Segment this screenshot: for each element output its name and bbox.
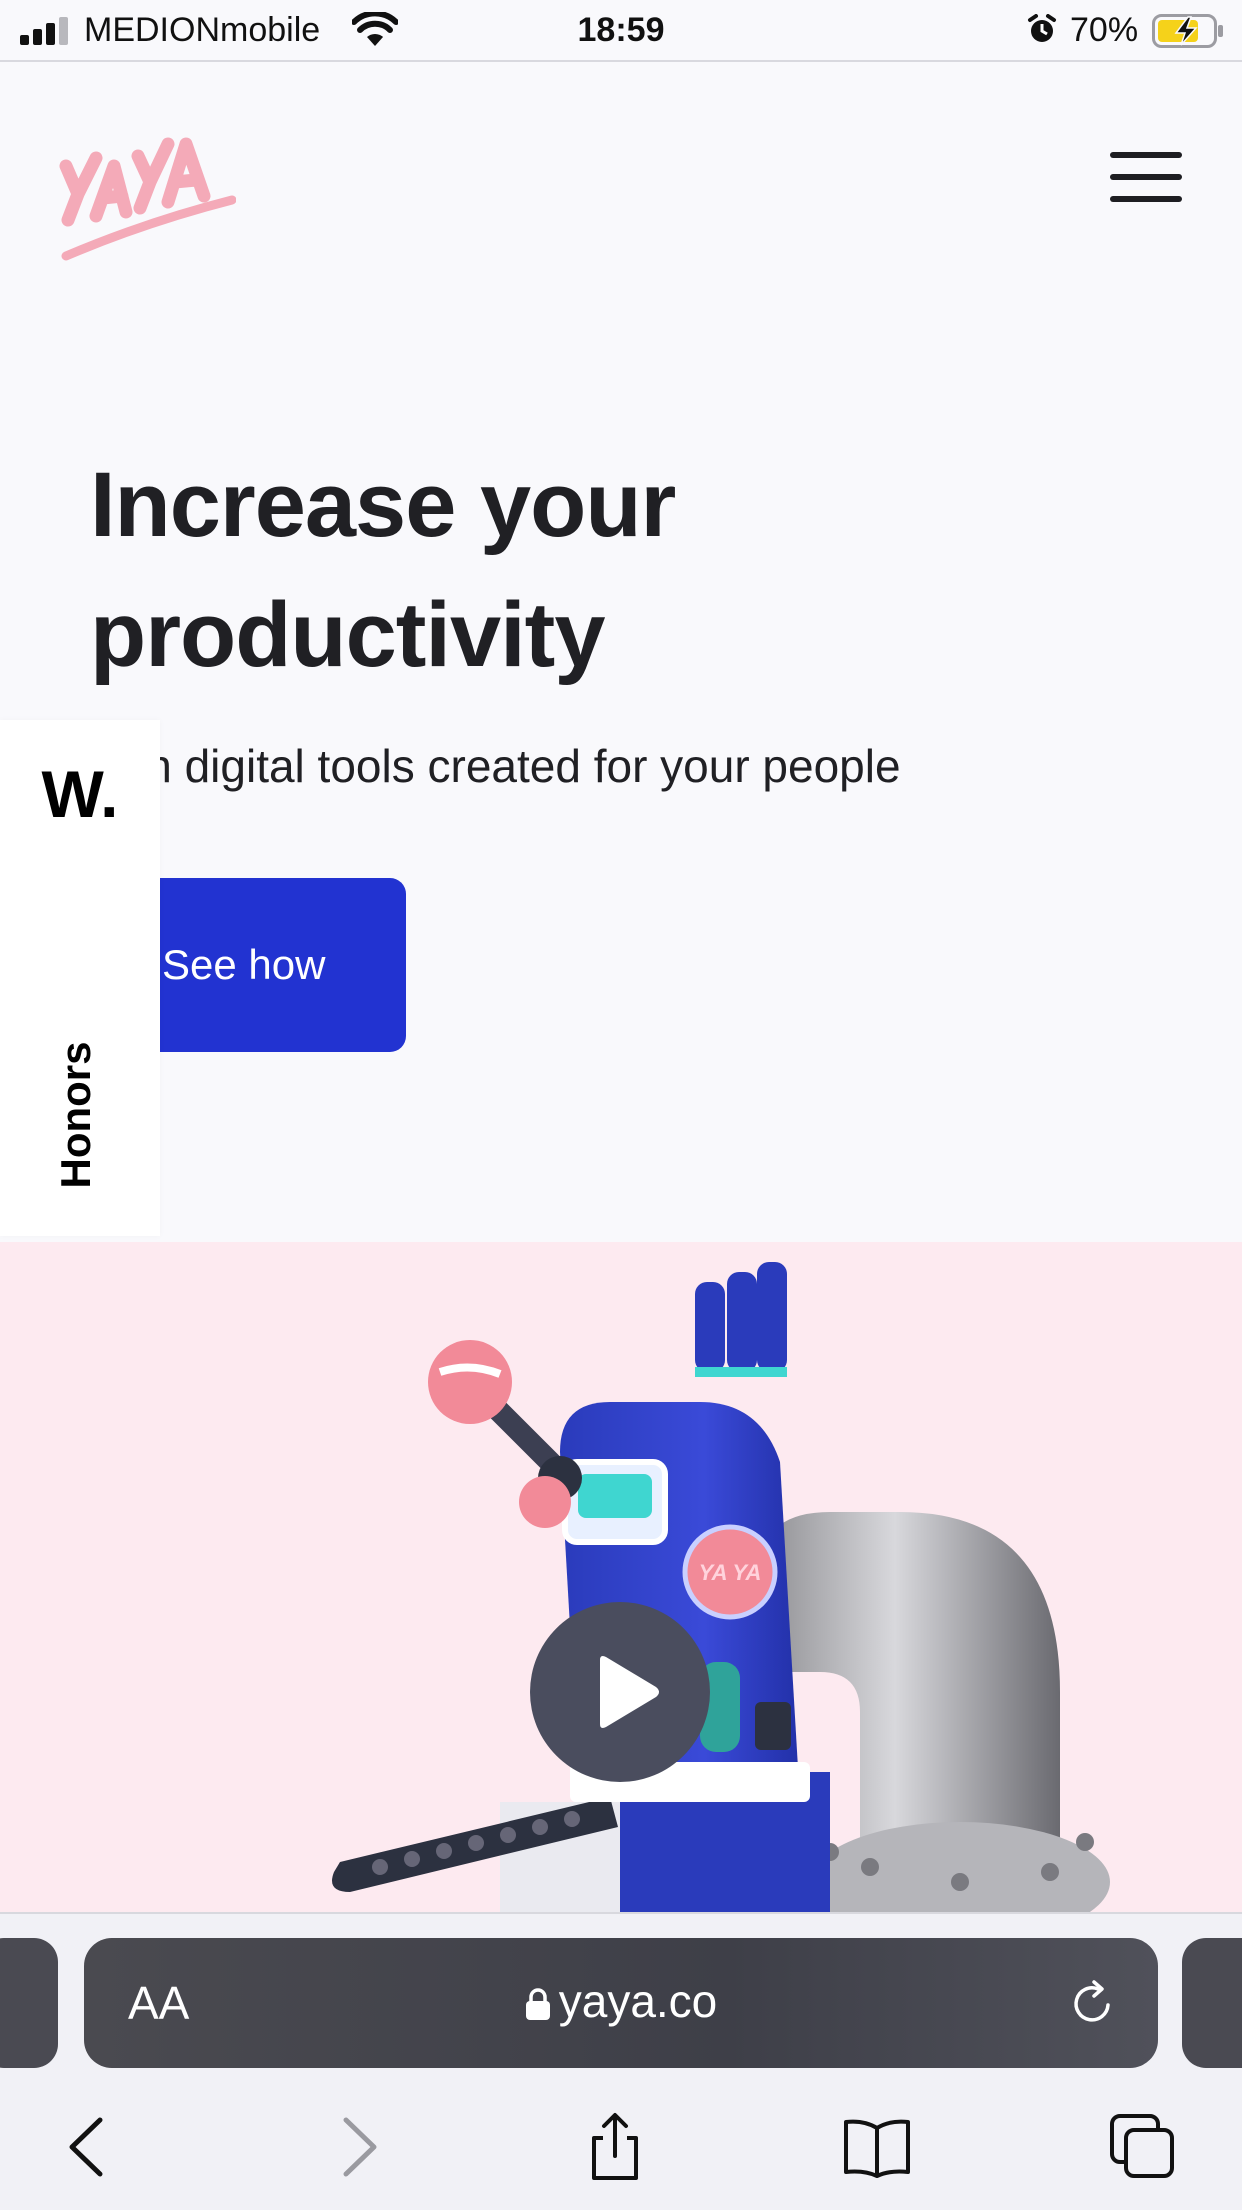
- play-icon: [600, 1656, 659, 1728]
- machine-illustration: YA YA: [332, 1262, 1110, 1912]
- back-icon[interactable]: [54, 2112, 124, 2182]
- forward-icon[interactable]: [322, 2112, 392, 2182]
- url-text: yaya.co: [558, 1975, 718, 2027]
- hero-title-line-1: Increase your: [90, 454, 676, 556]
- url-display[interactable]: yaya.co: [84, 1974, 1158, 2028]
- honors-label-wrap[interactable]: Honors: [34, 1040, 118, 1190]
- honors-label: Honors: [52, 1041, 99, 1189]
- alarm-icon: [1028, 14, 1056, 42]
- awwwards-w-logo: W.: [41, 757, 119, 831]
- hamburger-menu-icon[interactable]: [1104, 148, 1188, 208]
- video-section: YA YA: [0, 1242, 1242, 1912]
- hero-subtitle: with digital tools created for your peop…: [90, 740, 901, 792]
- battery-percent: 70%: [1070, 11, 1139, 49]
- safari-toolbar: AA yaya.co: [0, 1912, 1242, 2210]
- address-bar[interactable]: AA yaya.co: [84, 1938, 1158, 2068]
- svg-text:YA YA: YA YA: [699, 1560, 762, 1585]
- play-video-button[interactable]: [530, 1602, 710, 1782]
- lock-icon: [525, 1988, 550, 2020]
- status-bar: MEDIONmobile 18:59 70%: [0, 0, 1242, 62]
- bookmarks-icon[interactable]: [842, 2112, 912, 2182]
- hero-title-line-2: productivity: [90, 584, 605, 686]
- hero-title: Increase your productivity: [90, 440, 1090, 700]
- share-icon[interactable]: [580, 2112, 650, 2182]
- battery-charging-icon: [1152, 14, 1223, 48]
- previous-tab-peek[interactable]: [0, 1938, 58, 2068]
- yaya-logo[interactable]: [56, 116, 236, 266]
- next-tab-peek[interactable]: [1182, 1938, 1242, 2068]
- reload-icon[interactable]: [1068, 1978, 1118, 2028]
- tabs-icon[interactable]: [1108, 2112, 1178, 2182]
